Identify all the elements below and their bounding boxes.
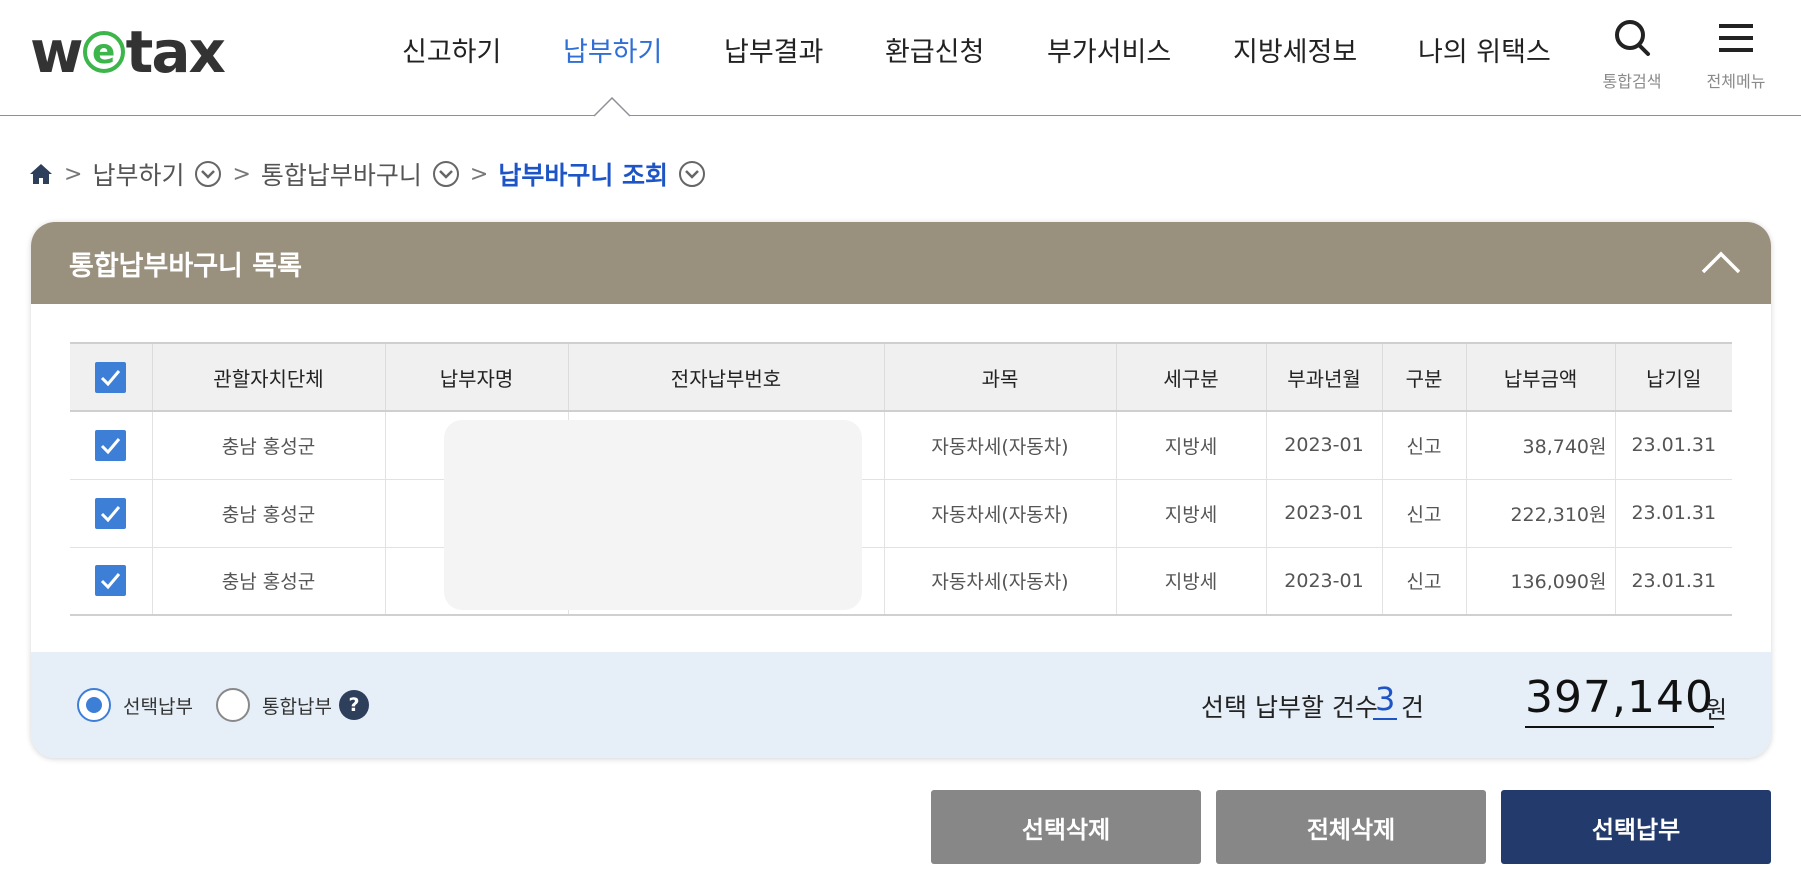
col-header: 과목 [883,342,1116,412]
wetax-logo[interactable]: w e tax [30,18,226,86]
chevron-right-icon: > [232,161,251,187]
cell-due: 23.01.31 [1614,411,1732,480]
nav-local-tax-info[interactable]: 지방세정보 [1233,30,1357,74]
col-header: 관할자치단체 [151,342,385,412]
total-unit: 원 [1705,696,1728,724]
cell-kind: 신고 [1381,411,1466,480]
radio-selected-payment-label: 선택납부 [123,696,193,718]
col-header: 부과년월 [1265,342,1382,412]
table-header-row: 관할자치단체 납부자명 전자납부번호 과목 세구분 부과년월 구분 납부금액 납… [70,342,1732,412]
nav-refund[interactable]: 환급신청 [885,30,984,74]
panel-title: 통합납부바구니 목록 [69,251,302,282]
select-all-cell [70,342,152,412]
col-header: 납부금액 [1465,342,1615,412]
col-header: 전자납부번호 [567,342,884,412]
home-icon[interactable] [28,161,54,187]
count-label: 선택 납부할 건수 [1201,693,1378,722]
row-checkbox[interactable] [95,429,127,461]
col-header: 구분 [1381,342,1466,412]
cell-item: 자동차세(자동차) [883,479,1116,548]
cell-period: 2023-01 [1265,411,1382,480]
cell-period: 2023-01 [1265,479,1382,548]
cell-item: 자동차세(자동차) [883,547,1116,616]
count-unit: 건 [1401,693,1425,722]
cell-item: 자동차세(자동차) [883,411,1116,480]
nav-payment[interactable]: 납부하기 [563,30,662,74]
row-checkbox[interactable] [95,497,127,529]
logo-text-pre: w [30,18,84,86]
breadcrumb-item-payment[interactable]: 납부하기 [92,156,184,192]
chevron-right-icon: > [469,161,489,187]
radio-combined-payment[interactable] [216,688,250,722]
breadcrumb-item-current: 납부바구니 조회 [498,161,669,190]
nav-report[interactable]: 신고하기 [402,30,501,74]
check-icon [101,505,121,522]
search-label: 통합검색 [1602,72,1662,91]
row-select-cell [70,547,152,616]
logo-text-post: tax [125,18,226,86]
table-row: 충남 홍성군 자동차세(자동차) 지방세 2023-01 신고 38,740원 … [70,411,1732,480]
active-nav-pointer [594,97,630,117]
total-amount: 397,140 [1525,670,1714,728]
count-value: 3 [1373,680,1398,720]
cell-tax-type: 지방세 [1115,479,1266,548]
nav-my-wetax[interactable]: 나의 위택스 [1418,30,1551,74]
cell-kind: 신고 [1381,479,1466,548]
redaction-overlay [444,420,862,610]
nav-payment-result[interactable]: 납부결과 [724,30,823,74]
table-row: 충남 홍성군 자동차세(자동차) 지방세 2023-01 신고 136,090원… [70,547,1732,616]
check-icon [101,437,121,454]
radio-selected-payment[interactable] [77,688,111,722]
delete-all-button[interactable]: 전체삭제 [1216,790,1486,864]
delete-selected-button[interactable]: 선택삭제 [931,790,1201,864]
nav-extra-services[interactable]: 부가서비스 [1047,30,1171,74]
row-select-cell [70,411,152,480]
cell-tax-type: 지방세 [1115,411,1266,480]
integrated-search[interactable]: 통합검색 [1592,18,1672,92]
search-icon [1615,20,1650,56]
col-header: 납기일 [1614,342,1732,412]
breadcrumb: > 납부하기 > 통합납부바구니 > 납부바구니 조회 [28,156,706,192]
row-checkbox[interactable] [95,565,127,597]
payment-table: 관할자치단체 납부자명 전자납부번호 과목 세구분 부과년월 구분 납부금액 납… [70,342,1732,616]
chevron-down-icon[interactable] [678,160,706,188]
menu-label: 전체메뉴 [1706,72,1766,91]
check-icon [101,573,121,590]
help-icon[interactable]: ? [339,690,369,720]
cell-due: 23.01.31 [1614,479,1732,548]
cell-region: 충남 홍성군 [151,479,385,548]
select-all-checkbox[interactable] [95,361,127,393]
col-header: 세구분 [1115,342,1266,412]
col-header: 납부자명 [384,342,568,412]
cell-region: 충남 홍성군 [151,547,385,616]
chevron-up-icon[interactable] [1699,244,1743,280]
panel-header: 통합납부바구니 목록 [31,222,1771,304]
cell-period: 2023-01 [1265,547,1382,616]
check-icon [101,369,121,386]
payment-summary: 선택납부 통합납부 ? 선택 납부할 건수 3 건 397,140 원 [31,652,1771,758]
logo-text-mark: e [82,31,125,73]
hamburger-menu-icon [1719,24,1753,52]
chevron-down-icon[interactable] [194,160,222,188]
cell-kind: 신고 [1381,547,1466,616]
pay-selected-button[interactable]: 선택납부 [1501,790,1771,864]
payment-basket-panel: 통합납부바구니 목록 관할자치단체 납부자명 전자납부번호 과목 세구분 부과년… [31,222,1771,758]
cell-amount: 222,310원 [1465,479,1615,548]
breadcrumb-item-basket[interactable]: 통합납부바구니 [261,156,422,192]
site-header: w e tax 신고하기 납부하기 납부결과 환급신청 부가서비스 지방세정보 … [0,0,1801,117]
row-select-cell [70,479,152,548]
all-menu[interactable]: 전체메뉴 [1696,18,1776,92]
cell-amount: 136,090원 [1465,547,1615,616]
chevron-down-icon[interactable] [432,160,460,188]
cell-amount: 38,740원 [1465,411,1615,480]
cell-tax-type: 지방세 [1115,547,1266,616]
chevron-right-icon: > [64,161,83,187]
table-row: 충남 홍성군 자동차세(자동차) 지방세 2023-01 신고 222,310원… [70,479,1732,548]
radio-combined-payment-label: 통합납부 [262,696,332,718]
cell-due: 23.01.31 [1614,547,1732,616]
cell-region: 충남 홍성군 [151,411,385,480]
